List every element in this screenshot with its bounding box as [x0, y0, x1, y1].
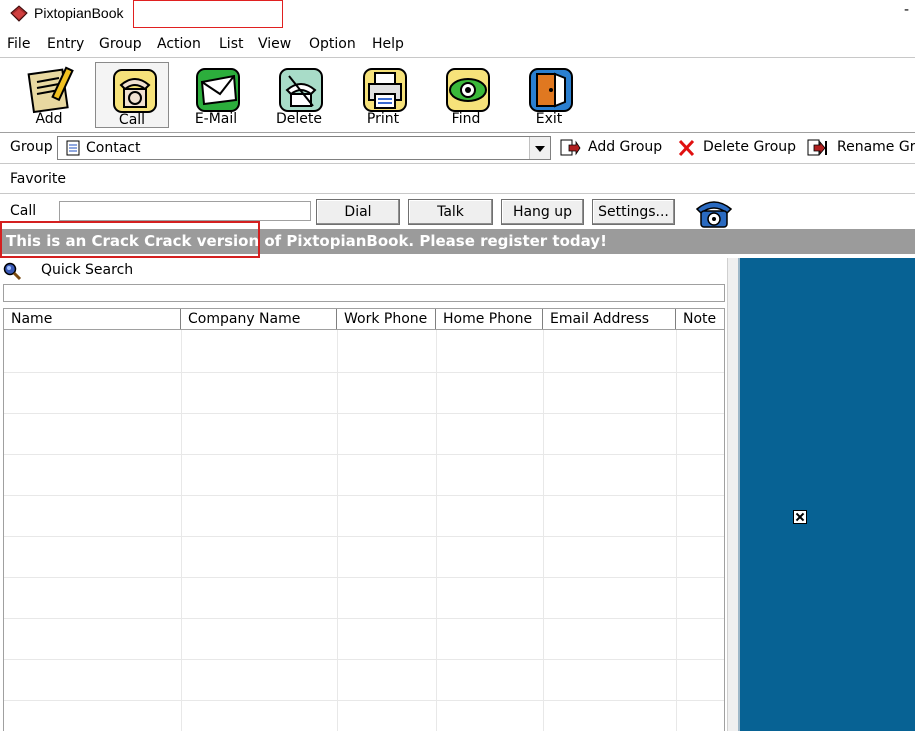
grid-line	[4, 454, 724, 455]
grid-line	[4, 659, 724, 660]
delete-phone-icon	[279, 68, 323, 112]
grid-line	[181, 330, 182, 731]
magnifier-icon[interactable]	[2, 261, 22, 281]
document-icon	[66, 140, 80, 156]
grid-line	[436, 330, 437, 731]
grid-line	[4, 413, 724, 414]
delete-label: Delete	[276, 111, 322, 127]
envelope-icon	[196, 68, 240, 112]
grid-line	[4, 700, 724, 701]
menu-view[interactable]: View	[258, 36, 291, 52]
exit-button[interactable]: Exit	[512, 62, 586, 128]
column-note[interactable]: Note	[676, 309, 724, 329]
grid-line	[676, 330, 677, 731]
column-email-address[interactable]: Email Address	[543, 309, 676, 329]
settings-button[interactable]: Settings...	[592, 199, 675, 225]
quick-search-bar: Quick Search	[0, 258, 735, 284]
call-number-input[interactable]	[59, 201, 311, 221]
menu-file[interactable]: File	[7, 36, 30, 52]
dial-button[interactable]: Dial	[316, 199, 400, 225]
notebook-pencil-icon	[27, 66, 74, 114]
group-select[interactable]: Contact	[57, 136, 551, 160]
print-button[interactable]: Print	[346, 62, 420, 128]
print-label: Print	[366, 111, 400, 127]
window-title: PixtopianBook	[34, 5, 124, 21]
menu-entry[interactable]: Entry	[47, 36, 84, 52]
printer-icon	[363, 68, 407, 112]
menu-option[interactable]: Option	[309, 36, 356, 52]
menu-list[interactable]: List	[219, 36, 243, 52]
broken-image-icon	[793, 510, 807, 524]
add-label: Add	[35, 111, 63, 127]
column-work-phone[interactable]: Work Phone	[337, 309, 436, 329]
quick-search-input[interactable]	[3, 284, 725, 302]
group-bar: Group Contact Add Group Delete Group Ren…	[0, 133, 915, 164]
book-icon	[10, 5, 28, 22]
exit-label: Exit	[535, 111, 563, 127]
favorite-bar: Favorite	[0, 165, 915, 194]
grid-line	[543, 330, 544, 731]
telephone-icon	[113, 69, 157, 113]
minimize-button[interactable]: -	[904, 2, 909, 18]
call-label: Call	[10, 203, 37, 219]
grid-line	[4, 372, 724, 373]
detail-pane	[738, 258, 915, 731]
table-header: Name Company Name Work Phone Home Phone …	[4, 309, 724, 330]
highlight-box	[0, 221, 260, 258]
grid-line	[4, 618, 724, 619]
pane-splitter[interactable]	[727, 258, 738, 731]
group-select-value: Contact	[86, 140, 141, 156]
door-exit-icon	[529, 68, 573, 112]
hang-up-button[interactable]: Hang up	[501, 199, 584, 225]
rename-group-icon	[807, 139, 827, 156]
eye-icon	[446, 68, 490, 112]
grid-line	[4, 495, 724, 496]
add-group-icon	[560, 139, 581, 156]
column-company-name[interactable]: Company Name	[181, 309, 337, 329]
menu-help[interactable]: Help	[372, 36, 404, 52]
toolbar: Add Call E-Mail Delete Print Find Exit	[0, 57, 915, 133]
menu-bar: File Entry Group Action List View Option…	[0, 33, 915, 55]
menu-group[interactable]: Group	[99, 36, 142, 52]
delete-button[interactable]: Delete	[262, 62, 336, 128]
favorite-label: Favorite	[10, 171, 66, 187]
title-bar: PixtopianBook -	[0, 0, 915, 30]
call-label: Call	[118, 112, 146, 128]
grid-line	[4, 577, 724, 578]
red-x-icon	[678, 139, 695, 157]
email-label: E-Mail	[194, 111, 238, 127]
rotary-phone-icon[interactable]	[693, 195, 735, 229]
highlight-box	[133, 0, 283, 28]
group-label: Group	[10, 139, 53, 155]
find-button[interactable]: Find	[429, 62, 503, 128]
delete-group-label: Delete Group	[703, 139, 797, 155]
menu-action[interactable]: Action	[157, 36, 201, 52]
email-button[interactable]: E-Mail	[179, 62, 253, 128]
contacts-table[interactable]: Name Company Name Work Phone Home Phone …	[3, 308, 725, 731]
quick-search-label: Quick Search	[41, 262, 134, 278]
grid-line	[4, 536, 724, 537]
add-button[interactable]: Add	[12, 62, 86, 128]
chevron-down-icon[interactable]	[529, 137, 550, 159]
call-button[interactable]: Call	[95, 62, 169, 128]
add-group-label: Add Group	[588, 139, 663, 155]
grid-line	[337, 330, 338, 731]
column-home-phone[interactable]: Home Phone	[436, 309, 543, 329]
column-name[interactable]: Name	[4, 309, 181, 329]
talk-button[interactable]: Talk	[408, 199, 493, 225]
rename-group-label: Rename Gr	[837, 139, 915, 155]
find-label: Find	[451, 111, 481, 127]
